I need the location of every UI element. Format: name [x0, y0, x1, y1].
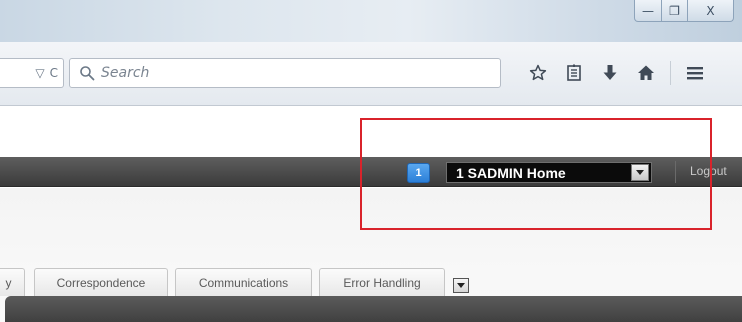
hamburger-menu-icon[interactable] [677, 58, 713, 88]
download-arrow-icon[interactable] [592, 58, 628, 88]
home-icon[interactable] [628, 58, 664, 88]
toolbar-icons [520, 58, 713, 88]
search-placeholder: Search [101, 65, 150, 81]
view-header-bar [5, 296, 742, 322]
tab-communications[interactable]: Communications [175, 268, 312, 296]
url-bar[interactable]: ▽ C [0, 58, 64, 88]
reading-list-icon[interactable] [556, 58, 592, 88]
tab-error-handling[interactable]: Error Handling [319, 268, 445, 296]
window-title-bar: — ❐ X [0, 0, 742, 42]
highlight-annotation-box [360, 118, 712, 230]
tab-correspondence[interactable]: Correspondence [34, 268, 168, 296]
close-button[interactable]: X [688, 0, 734, 22]
browser-nav-bar: ▽ C Search [0, 42, 742, 106]
reload-icon[interactable]: C [50, 66, 58, 80]
tab-partial[interactable]: y [0, 268, 25, 296]
maximize-button[interactable]: ❐ [662, 0, 688, 22]
window-controls: — ❐ X [634, 0, 734, 26]
more-tabs-dropdown[interactable] [453, 278, 469, 293]
url-dropdown-icon[interactable]: ▽ [35, 66, 44, 80]
magnifier-icon [80, 66, 95, 81]
star-bookmark-icon[interactable] [520, 58, 556, 88]
toolbar-separator [670, 61, 671, 85]
search-input[interactable]: Search [69, 58, 501, 88]
minimize-button[interactable]: — [634, 0, 662, 22]
